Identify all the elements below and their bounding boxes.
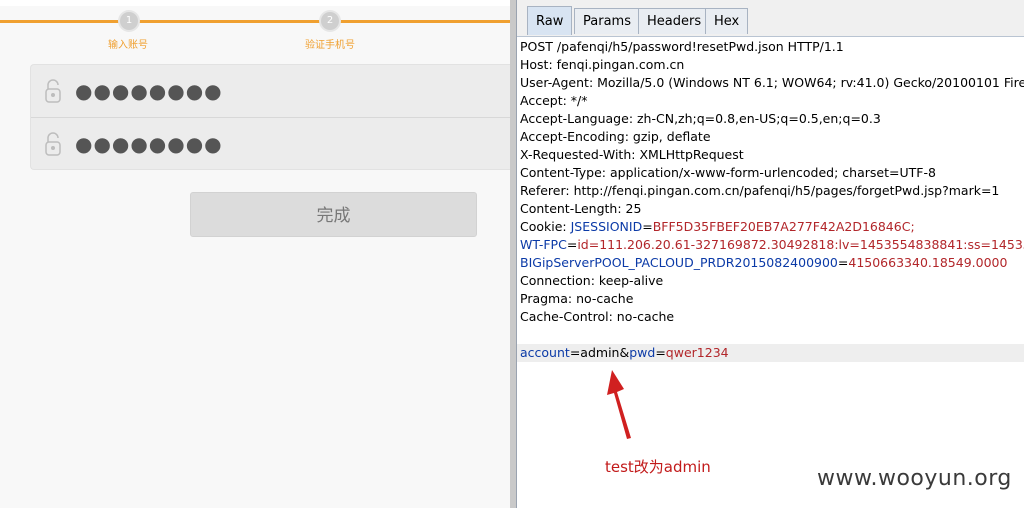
password-card: ●●●●●●●● ●●●●●●●● — [30, 64, 510, 170]
step-2-dot: 2 — [321, 12, 339, 30]
lock-icon — [45, 79, 61, 103]
step-1-dot: 1 — [120, 12, 138, 30]
red-arrow-icon — [607, 370, 631, 439]
new-password-field[interactable]: ●●●●●●●● — [31, 65, 510, 117]
confirm-password-value: ●●●●●●●● — [75, 132, 223, 156]
pane-divider[interactable] — [510, 0, 517, 508]
top-strip — [0, 0, 510, 6]
watermark: www.wooyun.org — [817, 466, 1012, 491]
new-password-value: ●●●●●●●● — [75, 79, 223, 103]
step-2-label: 验证手机号 — [305, 40, 355, 51]
annotation-text: test改为admin — [605, 458, 711, 476]
progress-line — [130, 20, 330, 23]
request-viewer: Raw Params Headers Hex POST /pafenqi/h5/… — [517, 0, 1024, 508]
step-1-label: 输入账号 — [108, 40, 148, 51]
lock-icon — [45, 132, 61, 156]
finish-button[interactable]: 完成 — [190, 192, 477, 237]
progress-line — [0, 20, 130, 23]
confirm-password-field[interactable]: ●●●●●●●● — [31, 117, 510, 170]
reset-password-page: 1 输入账号 2 验证手机号 ●●●●●●●● ●●●●●●●● 完成 — [0, 0, 510, 508]
progress-line — [330, 20, 510, 23]
